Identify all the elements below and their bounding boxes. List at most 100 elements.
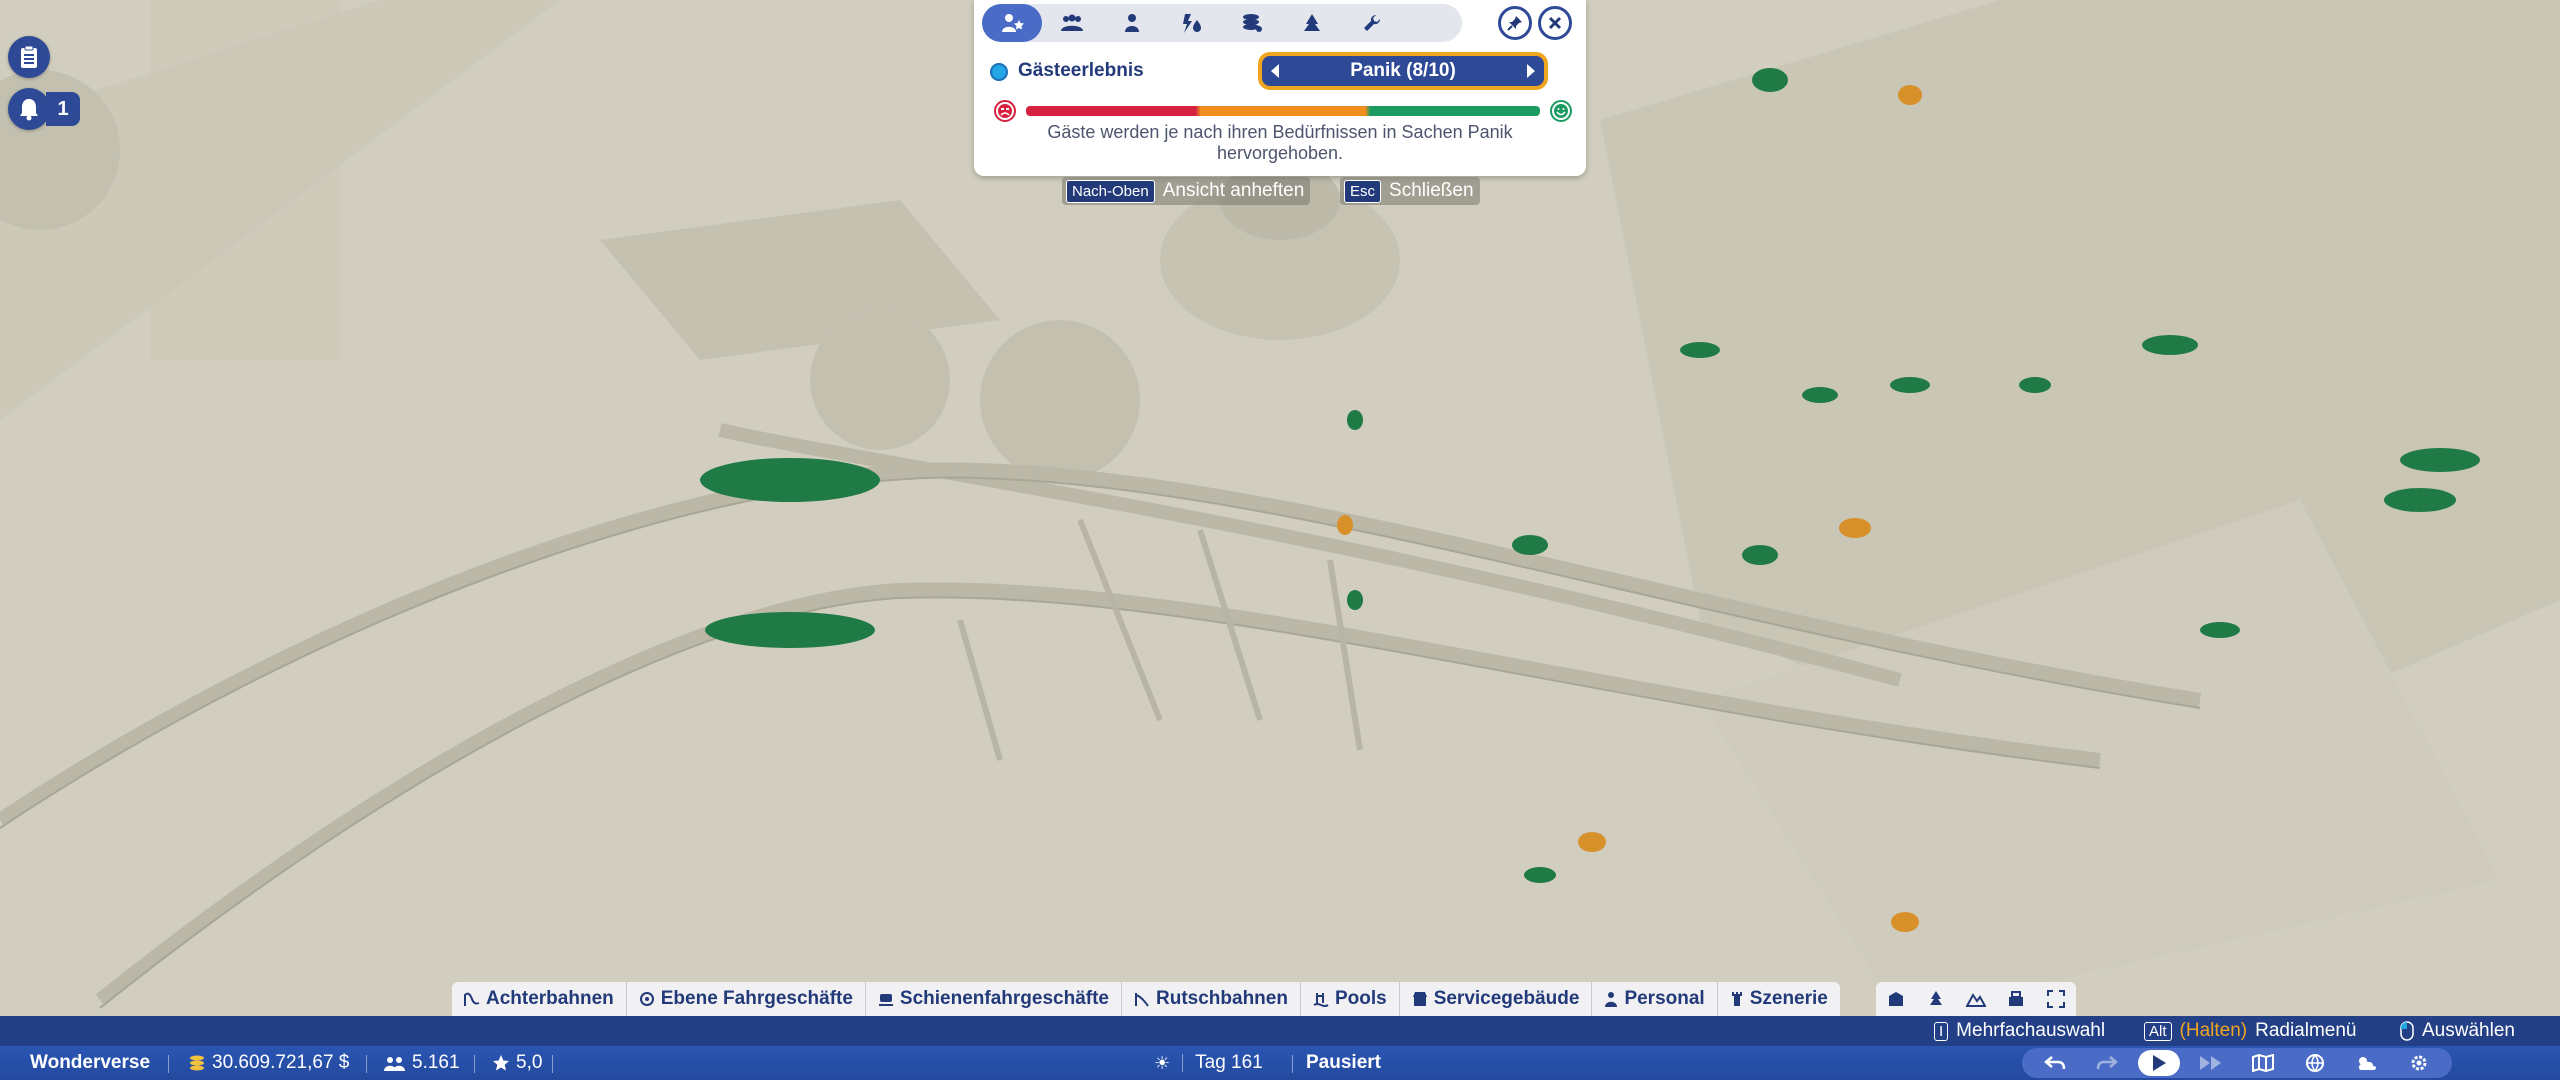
build-category-bar: Achterbahnen Ebene Fahrgeschäfte Schiene…	[452, 982, 1840, 1016]
settings-button[interactable]	[2398, 1050, 2440, 1076]
key-cap: I	[1934, 1021, 1949, 1041]
category-label: Rutschbahnen	[1156, 988, 1288, 1009]
pin-button[interactable]	[1498, 6, 1532, 40]
tab-needs[interactable]	[1162, 4, 1222, 42]
gear-icon	[2411, 1055, 2427, 1071]
undo-icon	[2044, 1056, 2066, 1070]
select-hint: Auswählen	[2400, 1020, 2515, 1042]
person-icon	[1125, 14, 1139, 32]
divider	[168, 1055, 169, 1073]
arrow-left-icon	[1271, 64, 1279, 78]
globe-icon	[2306, 1054, 2324, 1073]
redo-button[interactable]	[2086, 1050, 2128, 1076]
park-name-text: Wonderverse	[30, 1052, 151, 1073]
coins-icon	[1243, 14, 1262, 32]
park-funds[interactable]: 30.609.721,67 $	[188, 1052, 349, 1074]
category-label: Personal	[1624, 988, 1705, 1009]
globe-button[interactable]	[2294, 1050, 2336, 1076]
funds-value: 30.609.721,67 $	[212, 1052, 350, 1073]
category-staff[interactable]: Personal	[1592, 982, 1718, 1016]
hint-label: Auswählen	[2422, 1020, 2515, 1041]
terrain-button[interactable]	[1962, 982, 1990, 1016]
heatmap-overlay-panel: Gästeerlebnis Panik (8/10) Gäste werden …	[974, 0, 1586, 176]
legend-color-dot	[990, 63, 1008, 81]
control-hints-bar: I Mehrfachauswahl Alt (Halten) Radialmen…	[0, 1016, 2560, 1046]
category-slides[interactable]: Rutschbahnen	[1122, 982, 1301, 1016]
category-label: Szenerie	[1749, 988, 1828, 1009]
star-icon	[493, 1055, 509, 1071]
tab-maintenance[interactable]	[1342, 4, 1402, 42]
key-cap: Alt	[2144, 1021, 2172, 1041]
category-track-rides[interactable]: Schienenfahrgeschäfte	[866, 982, 1122, 1016]
clipboard-icon	[21, 45, 37, 68]
legend-title: Gästeerlebnis	[1018, 60, 1144, 81]
selector-next-button[interactable]	[1518, 56, 1544, 86]
map-button[interactable]	[2242, 1050, 2284, 1076]
game-state: Pausiert	[1306, 1052, 1381, 1073]
expand-icon	[2047, 990, 2065, 1008]
overlay-tab-bar	[982, 4, 1462, 42]
fast-forward-button[interactable]	[2190, 1050, 2232, 1076]
divider	[1182, 1054, 1184, 1072]
tower-icon	[1731, 992, 1742, 1006]
objectives-button[interactable]	[8, 36, 50, 78]
tab-groups[interactable]	[1042, 4, 1102, 42]
coins-icon	[190, 1055, 204, 1071]
category-label: Schienenfahrgeschäfte	[899, 988, 1109, 1009]
slide-icon	[1135, 993, 1149, 1007]
track-ride-icon	[878, 994, 893, 1006]
sad-face-icon	[994, 100, 1016, 122]
need-selector[interactable]: Panik (8/10)	[1258, 52, 1548, 90]
tab-guest[interactable]	[1102, 4, 1162, 42]
hint-label: Radialmenü	[2255, 1020, 2357, 1041]
building	[150, 0, 340, 360]
fullscreen-button[interactable]	[2042, 982, 2070, 1016]
divider	[474, 1055, 475, 1073]
undo-button[interactable]	[2034, 1050, 2076, 1076]
sun-icon: ☀	[1154, 1052, 1171, 1073]
multi-select-hint: I Mehrfachauswahl	[1934, 1020, 2105, 1042]
pin-view-hint[interactable]: Nach-Oben Ansicht anheften	[1062, 177, 1311, 205]
key-cap: Nach-Oben	[1066, 179, 1155, 203]
tab-guest-experience[interactable]	[982, 4, 1042, 42]
close-button[interactable]	[1538, 6, 1572, 40]
guest-count[interactable]: 5.161	[384, 1052, 460, 1074]
blueprint-icon	[1889, 992, 1903, 1006]
key-cap: Esc	[1344, 179, 1382, 203]
path-icon	[2009, 991, 2023, 1006]
category-scenery[interactable]: Szenerie	[1718, 982, 1840, 1016]
divider	[366, 1055, 367, 1073]
category-label: Ebene Fahrgeschäfte	[660, 988, 853, 1009]
pool-icon	[1313, 993, 1329, 1007]
tab-finance[interactable]	[1222, 4, 1282, 42]
category-service-buildings[interactable]: Servicegebäude	[1400, 982, 1593, 1016]
guest-count-value: 5.161	[412, 1052, 460, 1073]
tab-scenery[interactable]	[1282, 4, 1342, 42]
blueprints-button[interactable]	[1882, 982, 1910, 1016]
category-flat-rides[interactable]: Ebene Fahrgeschäfte	[627, 982, 866, 1016]
scenery-tools-button[interactable]	[1922, 982, 1950, 1016]
group-icon	[1061, 14, 1083, 31]
fast-forward-icon	[2200, 1056, 2221, 1070]
radial-menu-hint: Alt (Halten) Radialmenü	[2144, 1020, 2357, 1042]
category-pools[interactable]: Pools	[1301, 982, 1400, 1016]
selector-prev-button[interactable]	[1262, 56, 1288, 86]
arrow-right-icon	[1526, 64, 1535, 78]
path-button[interactable]	[2002, 982, 2030, 1016]
weather-button[interactable]	[2346, 1050, 2388, 1076]
hint-label: Mehrfachauswahl	[1956, 1020, 2106, 1041]
close-hint[interactable]: Esc Schließen	[1340, 177, 1480, 205]
park-name[interactable]: Wonderverse	[30, 1052, 150, 1074]
category-coasters[interactable]: Achterbahnen	[452, 982, 627, 1016]
park-rating[interactable]: 5,0	[492, 1052, 542, 1074]
notifications-button[interactable]	[8, 88, 50, 130]
weather-icon	[2359, 1057, 2376, 1070]
bell-icon	[20, 99, 38, 121]
play-button[interactable]	[2138, 1050, 2180, 1076]
hint-label: Ansicht anheften	[1162, 180, 1305, 201]
build-tools-bar	[1876, 982, 2076, 1016]
overlay-description: Gäste werden je nach ihren Bedürfnissen …	[1047, 122, 1513, 163]
wrench-icon	[1364, 14, 1381, 32]
mouse-icon	[2400, 1021, 2414, 1041]
date-display: ☀ Tag 161	[1154, 1052, 1263, 1074]
